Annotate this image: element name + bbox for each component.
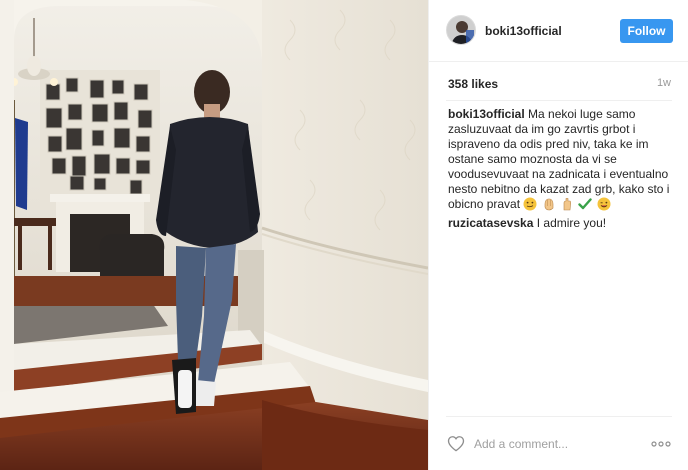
heart-icon[interactable] [447, 435, 465, 452]
comment-emojis [523, 197, 611, 211]
comment-item: boki13official Ma nekoi luge samo zasluz… [448, 107, 676, 212]
clapping-hands-emoji [544, 198, 554, 211]
winking-face-emoji [597, 197, 611, 211]
check-mark-emoji [578, 198, 593, 210]
likes-count[interactable]: 358 likes [448, 77, 498, 91]
comment-item: ruzicatasevska I admire you! [448, 216, 676, 231]
avatar[interactable] [446, 15, 476, 45]
post-image [0, 0, 428, 470]
divider [446, 416, 672, 417]
add-comment-row [429, 420, 688, 470]
post-author-username[interactable]: boki13official [485, 24, 562, 38]
post-photo[interactable] [0, 0, 428, 470]
follow-button[interactable]: Follow [620, 19, 673, 43]
comment-author[interactable]: ruzicatasevska [448, 216, 533, 230]
comment-text: I admire you! [536, 216, 607, 230]
divider [446, 100, 672, 101]
post-header: boki13official Follow [429, 0, 688, 62]
post-timestamp[interactable]: 1w [657, 77, 671, 89]
more-options-icon[interactable] [650, 434, 672, 454]
post-sidebar: boki13official Follow 358 likes 1w boki1… [428, 0, 688, 470]
smirk-face-emoji [523, 197, 537, 211]
avatar-image [447, 16, 475, 44]
comments-list: boki13official Ma nekoi luge samo zasluz… [448, 107, 676, 233]
ok-hand-emoji [563, 197, 572, 211]
add-comment-input[interactable] [474, 434, 634, 454]
comment-text: Ma nekoi luge samo zasluzuvaat da im go … [448, 107, 670, 211]
comment-author[interactable]: boki13official [448, 107, 525, 121]
